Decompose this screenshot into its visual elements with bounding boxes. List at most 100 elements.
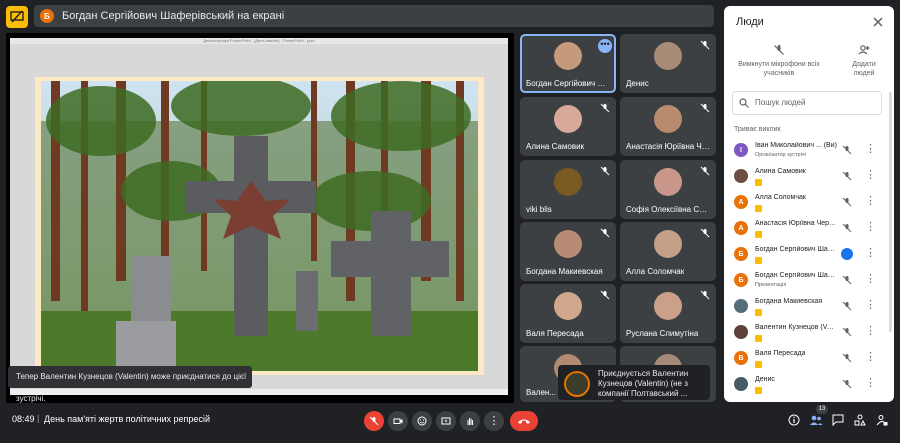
hand-icon (467, 418, 473, 425)
participant-name: Денис (626, 79, 649, 88)
mic-off-icon[interactable] (842, 379, 852, 389)
person-row[interactable]: Б Богдан Сергійович Шаф... ⋮ (724, 241, 892, 267)
participant-tile[interactable]: viki blis (520, 160, 616, 219)
mic-off-icon[interactable] (842, 327, 852, 337)
person-row[interactable]: Богдана Макиевская ⋮ (724, 293, 892, 319)
joining-user-avatar (564, 371, 590, 397)
presenter-avatar: Б (40, 9, 54, 23)
person-avatar: А (734, 195, 748, 209)
person-name: Валя Пересада (755, 350, 806, 357)
more-options-icon[interactable]: ⋮ (865, 273, 876, 287)
mic-off-icon[interactable] (842, 275, 852, 285)
person-row[interactable]: Валентин Кузнецов (Valen... ⋮ (724, 319, 892, 345)
speaking-indicator-icon (841, 248, 853, 260)
mute-all-button[interactable]: Вимкнути мікрофони всіх учасників (734, 44, 824, 78)
search-people-input[interactable]: Пошук людей (732, 91, 882, 115)
more-options-icon[interactable]: ⋮ (865, 377, 876, 391)
join-request-popup[interactable]: Приєднується Валентин Кузнецов (Valentin… (558, 365, 710, 400)
close-icon[interactable] (872, 16, 884, 28)
more-options-icon[interactable]: ⋮ (865, 325, 876, 339)
more-options-icon[interactable]: ⋮ (865, 169, 876, 183)
activities-button[interactable] (853, 413, 867, 427)
participant-tile[interactable]: Софія Олексіївна Степан... (620, 160, 716, 219)
mic-off-icon[interactable] (842, 353, 852, 363)
add-people-button[interactable]: Додати людей (842, 44, 886, 78)
more-options-button[interactable]: ⋮ (484, 411, 504, 431)
in-call-label: Триває виклик (734, 126, 781, 133)
participant-tile[interactable]: ••• Богдан Сергійович Ша... (520, 34, 616, 93)
participant-name: Богдана Макиевская (526, 267, 603, 276)
memorial-crosses-photo (41, 81, 478, 371)
person-avatar: Б (734, 273, 748, 287)
external-badge-icon (755, 361, 762, 368)
person-row[interactable]: А Анастасія Юріївна Черн... ⋮ (724, 215, 892, 241)
more-options-icon[interactable]: ⋮ (865, 143, 876, 157)
mic-off-icon[interactable] (842, 223, 852, 233)
participant-video (554, 42, 582, 70)
participant-tile[interactable]: Анастасія Юріївна Чер... (620, 97, 716, 156)
participant-tile[interactable]: Денис (620, 34, 716, 93)
mic-off-icon[interactable] (842, 197, 852, 207)
reactions-button[interactable] (412, 411, 432, 431)
participant-video (654, 168, 682, 196)
person-avatar (734, 169, 748, 183)
mic-off-icon (700, 166, 710, 176)
mic-off-icon (842, 145, 852, 155)
microphone-toggle-button[interactable] (364, 411, 384, 431)
toast-notification: Тепер Валентин Кузнецов (Valentin) може … (8, 366, 252, 403)
meeting-title: День пам'яті жертв політичних репресій (44, 414, 210, 424)
info-icon (788, 414, 800, 426)
more-options-icon[interactable]: ⋮ (865, 351, 876, 365)
participant-avatar (554, 168, 582, 196)
participant-name: Руслана Слимутіна (626, 329, 699, 338)
person-name: Богдана Макиевская (755, 298, 823, 305)
chat-button[interactable] (831, 413, 845, 427)
more-options-icon[interactable]: ⋮ (865, 299, 876, 313)
presentation-icon[interactable] (6, 6, 28, 28)
mic-off-icon (369, 416, 379, 426)
present-screen-button[interactable] (436, 411, 456, 431)
person-row[interactable]: Алина Самовик ⋮ (724, 163, 892, 189)
raise-hand-button[interactable] (460, 411, 480, 431)
participant-name: Софія Олексіївна Степан... (626, 205, 710, 214)
people-icon (810, 415, 823, 425)
slide (35, 77, 484, 375)
mic-off-icon (774, 45, 784, 55)
external-badge-icon (755, 309, 762, 316)
more-options-icon[interactable]: ••• (598, 39, 612, 53)
more-options-icon[interactable]: ⋮ (865, 247, 876, 261)
person-avatar: В (734, 351, 748, 365)
person-avatar (734, 325, 748, 339)
leave-call-button[interactable] (510, 411, 538, 431)
camera-icon (393, 418, 403, 424)
participant-tile[interactable]: Алла Соломчак (620, 222, 716, 281)
person-row[interactable]: Денис ⋮ (724, 371, 892, 397)
mic-off-icon (600, 166, 610, 176)
add-people-label: Додати людей (852, 61, 876, 77)
camera-toggle-button[interactable] (388, 411, 408, 431)
person-row[interactable]: Б Богдан Сергійович Шаф... Презентація ⋮ (724, 267, 892, 293)
more-options-icon[interactable]: ⋮ (865, 221, 876, 235)
people-button[interactable] (809, 413, 823, 427)
participant-name: Вален... (526, 388, 556, 397)
participant-name: Валя Пересада (526, 329, 584, 338)
mic-off-icon (600, 290, 610, 300)
more-options-icon[interactable]: ⋮ (865, 195, 876, 209)
participant-tile[interactable]: Валя Пересада (520, 284, 616, 343)
participant-tile[interactable]: Руслана Слимутіна (620, 284, 716, 343)
participant-tile[interactable]: Богдана Макиевская (520, 222, 616, 281)
mic-off-icon[interactable] (842, 301, 852, 311)
meeting-details-button[interactable] (787, 413, 801, 427)
person-row[interactable]: В Валя Пересада ⋮ (724, 345, 892, 371)
person-name: Анастасія Юріївна Черн... (755, 220, 837, 227)
host-controls-button[interactable] (875, 413, 889, 427)
external-badge-icon (755, 179, 762, 186)
participant-tile[interactable]: Алина Самовик (520, 97, 616, 156)
participant-video (654, 230, 682, 258)
person-role: Презентація (755, 282, 787, 288)
mic-off-icon (700, 40, 710, 50)
person-row[interactable]: А Алла Соломчак ⋮ (724, 189, 892, 215)
mic-off-icon[interactable] (842, 171, 852, 181)
person-row[interactable]: І Іван Миколайович ... (Ви) Організатор … (724, 137, 892, 163)
search-icon (739, 98, 749, 108)
